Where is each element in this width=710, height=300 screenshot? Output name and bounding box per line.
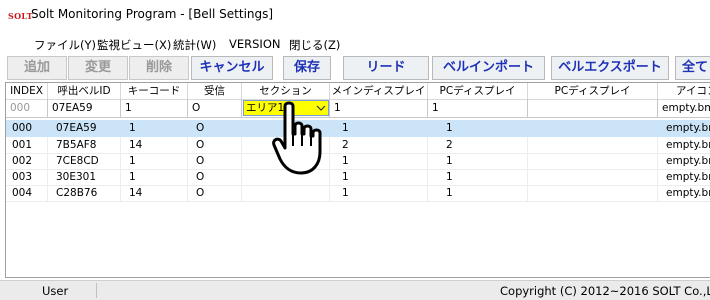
header-section[interactable]: セクション bbox=[242, 83, 330, 100]
row-pc-display-2 bbox=[528, 153, 658, 170]
header-pc-display[interactable]: PCディスプレイ bbox=[428, 83, 528, 100]
row-pc-display-2 bbox=[528, 185, 658, 202]
edit-pc-display[interactable]: 1 bbox=[428, 99, 528, 118]
edit-bell-id[interactable]: 07EA59 bbox=[48, 99, 121, 118]
status-user: User bbox=[42, 284, 69, 298]
header-icon[interactable]: アイコン bbox=[658, 83, 710, 100]
row-bell-id: 7B5AF8 bbox=[48, 137, 121, 154]
row-icon: empty.bmp bbox=[658, 153, 710, 170]
row-icon: empty.bmp bbox=[658, 185, 710, 202]
row-main-display: 2 bbox=[330, 137, 428, 154]
select-all-button[interactable]: 全て bbox=[675, 56, 710, 80]
header-index[interactable]: INDEX bbox=[6, 83, 48, 100]
header-key-code[interactable]: キーコード bbox=[121, 83, 188, 100]
table-row[interactable]: 003 30E301 1 O 1 1 empty.bmp bbox=[6, 169, 710, 186]
row-index: 002 bbox=[6, 153, 48, 170]
bell-export-button[interactable]: ベルエクスポート bbox=[551, 56, 669, 80]
row-key-code: 1 bbox=[121, 169, 188, 186]
row-pc-display: 1 bbox=[428, 169, 528, 186]
menu-file[interactable]: ファイル(Y) bbox=[34, 37, 96, 53]
row-icon: empty.bmp bbox=[658, 137, 710, 154]
row-pc-display-2 bbox=[528, 120, 658, 137]
table-row[interactable]: 000 07EA59 1 O 1 1 empty.bmp bbox=[6, 120, 710, 137]
save-button[interactable]: 保存 bbox=[283, 56, 331, 80]
table-row[interactable]: 002 7CE8CD 1 O 1 1 empty.bmp bbox=[6, 153, 710, 170]
menu-statistics[interactable]: 統計(W) bbox=[173, 37, 216, 53]
header-bell-id[interactable]: 呼出ベルID bbox=[48, 83, 121, 100]
bell-import-button[interactable]: ベルインポート bbox=[432, 56, 545, 80]
edit-index: 000 bbox=[6, 99, 48, 118]
row-bell-id: 07EA59 bbox=[48, 120, 121, 137]
row-index: 001 bbox=[6, 137, 48, 154]
row-index: 003 bbox=[6, 169, 48, 186]
edit-pc-display-2[interactable] bbox=[528, 99, 658, 118]
menu-version[interactable]: VERSION bbox=[229, 37, 280, 51]
row-section bbox=[242, 185, 330, 202]
row-receive: O bbox=[188, 137, 242, 154]
row-main-display: 1 bbox=[330, 185, 428, 202]
row-bell-id: 7CE8CD bbox=[48, 153, 121, 170]
row-index: 000 bbox=[6, 120, 48, 137]
row-bell-id: 30E301 bbox=[48, 169, 121, 186]
row-receive: O bbox=[188, 185, 242, 202]
edit-receive[interactable]: O bbox=[188, 99, 242, 118]
add-button[interactable]: 追加 bbox=[7, 56, 67, 80]
row-main-display: 1 bbox=[330, 169, 428, 186]
row-pc-display-2 bbox=[528, 169, 658, 186]
edit-key-code[interactable]: 1 bbox=[121, 99, 188, 118]
row-pc-display: 1 bbox=[428, 153, 528, 170]
edit-main-display[interactable]: 1 bbox=[330, 99, 428, 118]
row-key-code: 14 bbox=[121, 137, 188, 154]
row-pc-display: 2 bbox=[428, 137, 528, 154]
row-receive: O bbox=[188, 169, 242, 186]
pointer-hand-icon bbox=[272, 101, 322, 175]
grid-header: INDEX 呼出ベルID キーコード 受信 セクション メインディスプレイ PC… bbox=[6, 83, 710, 100]
row-index: 004 bbox=[6, 185, 48, 202]
row-pc-display: 1 bbox=[428, 120, 528, 137]
header-main-display[interactable]: メインディスプレイ bbox=[330, 83, 428, 100]
row-receive: O bbox=[188, 120, 242, 137]
row-bell-id: C28B76 bbox=[48, 185, 121, 202]
edit-icon[interactable]: empty.bmp bbox=[658, 99, 710, 118]
grid-edit-row: 000 07EA59 1 O エリア1 1 1 empty.bmp bbox=[6, 99, 710, 118]
row-main-display: 1 bbox=[330, 120, 428, 137]
row-icon: empty.bmp bbox=[658, 169, 710, 186]
bell-grid: INDEX 呼出ベルID キーコード 受信 セクション メインディスプレイ PC… bbox=[5, 82, 710, 278]
row-icon: empty.bmp bbox=[658, 120, 710, 137]
read-button[interactable]: リード bbox=[343, 56, 429, 80]
window-title: Solt Monitoring Program - [Bell Settings… bbox=[31, 7, 274, 21]
row-pc-display-2 bbox=[528, 137, 658, 154]
menu-bar: SOLT ファイル(Y) 監視ビュー(X) 統計(W) VERSION 閉じる(… bbox=[0, 32, 710, 81]
status-separator bbox=[96, 283, 97, 298]
title-bar: SOLT Solt Monitoring Program - [Bell Set… bbox=[0, 0, 710, 32]
header-receive[interactable]: 受信 bbox=[188, 83, 242, 100]
row-key-code: 1 bbox=[121, 120, 188, 137]
row-key-code: 1 bbox=[121, 153, 188, 170]
change-button[interactable]: 変更 bbox=[68, 56, 128, 80]
menu-close[interactable]: 閉じる(Z) bbox=[289, 37, 340, 53]
status-copyright: Copyright (C) 2012~2016 SOLT Co.,Ltd. A bbox=[500, 284, 710, 298]
cancel-button[interactable]: キャンセル bbox=[191, 56, 273, 80]
toolbar: 追加 変更 削除 キャンセル 保存 リード ベルインポート ベルエクスポート 全… bbox=[0, 54, 710, 81]
status-bar: User Copyright (C) 2012~2016 SOLT Co.,Lt… bbox=[0, 280, 710, 300]
row-key-code: 14 bbox=[121, 185, 188, 202]
table-row[interactable]: 001 7B5AF8 14 O 2 2 empty.bmp bbox=[6, 137, 710, 154]
row-pc-display: 1 bbox=[428, 185, 528, 202]
row-main-display: 1 bbox=[330, 153, 428, 170]
header-pc-display-2[interactable]: PCディスプレイ bbox=[528, 83, 658, 100]
app-logo: SOLT bbox=[8, 11, 33, 21]
table-row[interactable]: 004 C28B76 14 O 1 1 empty.bmp bbox=[6, 185, 710, 202]
delete-button[interactable]: 削除 bbox=[129, 56, 189, 80]
row-receive: O bbox=[188, 153, 242, 170]
menu-monitor-view[interactable]: 監視ビュー(X) bbox=[97, 37, 171, 53]
